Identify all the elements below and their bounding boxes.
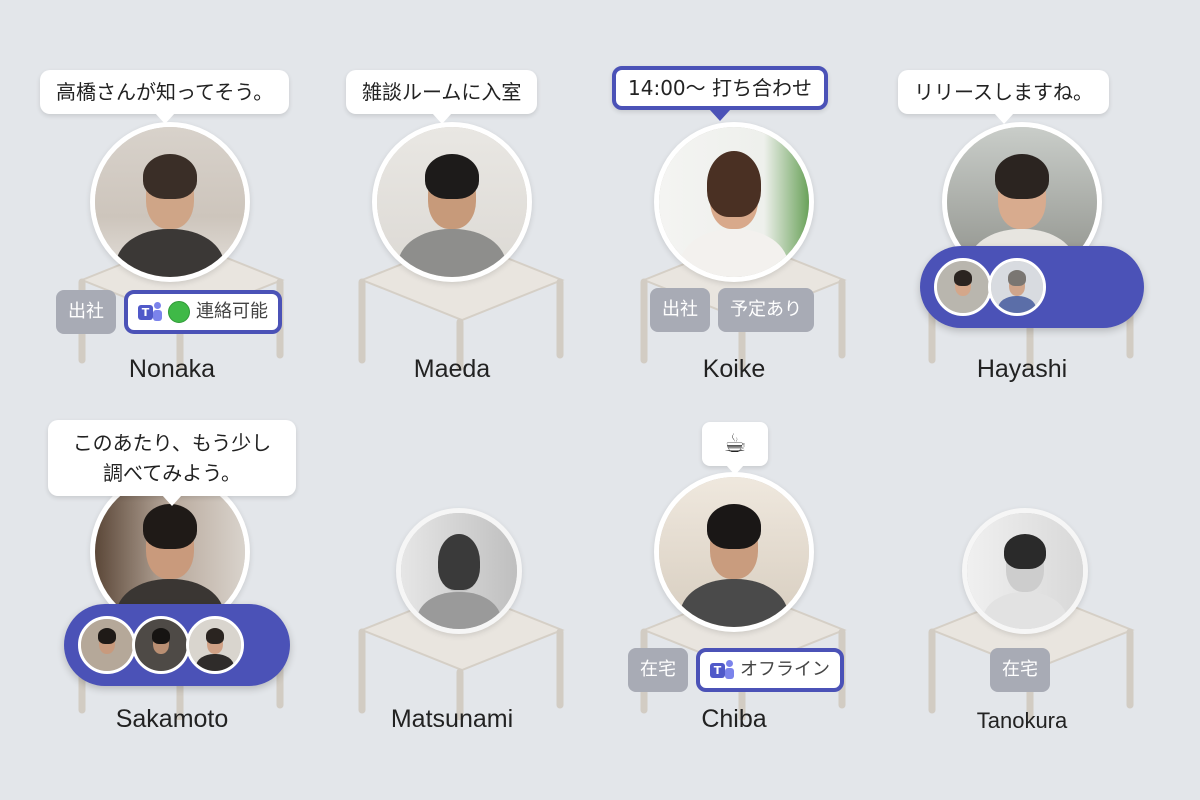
status-tags: 出社 T 連絡可能 [56, 290, 282, 334]
member-name: Chiba [701, 705, 767, 733]
status-message: 高橋さんが知ってそう。 [56, 80, 274, 104]
speech-bubble: 高橋さんが知ってそう。 [40, 70, 290, 124]
status-tags: 出社 予定あり [650, 288, 814, 332]
status-tags: 在宅 T オフライン [628, 648, 844, 692]
status-message-line: このあたり、もう少し [72, 431, 272, 455]
coffee-cup-icon: ☕ [702, 422, 768, 475]
speech-bubble: リリースしますね。 [898, 70, 1109, 124]
avatar-koike[interactable] [654, 122, 814, 282]
member-name: Sakamoto [115, 705, 229, 733]
status-tag-office: 出社 [56, 290, 116, 334]
speech-bubble: 雑談ルームに入室 [346, 70, 538, 124]
seat-matsunami: Matsunami [302, 400, 602, 800]
seat-nonaka: 高橋さんが知ってそう。 出社 T 連絡可能 Nonaka [22, 50, 322, 450]
group-member-avatar [78, 616, 136, 674]
available-status-dot-icon [168, 301, 190, 323]
virtual-office-floor: 高橋さんが知ってそう。 出社 T 連絡可能 Nonaka 雑談ルームに入室 Ma… [0, 0, 1200, 800]
group-member-avatar [934, 258, 992, 316]
group-member-avatar [988, 258, 1046, 316]
group-member-avatar [132, 616, 190, 674]
seat-chiba: ☕ 在宅 T オフライン Chiba [584, 400, 884, 800]
speech-bubble: このあたり、もう少し 調べてみよう。 [48, 420, 296, 506]
seat-maeda: 雑談ルームに入室 Maeda [302, 50, 602, 450]
seat-sakamoto: このあたり、もう少し 調べてみよう。 Sakamoto [22, 400, 322, 800]
status-message-line: 調べてみよう。 [103, 461, 241, 485]
speech-bubble-schedule: 14:00〜 打ち合わせ [612, 66, 828, 121]
teams-status-badge[interactable]: T 連絡可能 [124, 290, 282, 334]
avatar-tanokura[interactable] [962, 508, 1088, 634]
teams-status-label: オフライン [740, 659, 830, 680]
status-tag-home: 在宅 [990, 648, 1050, 692]
seat-hayashi: リリースしますね。 Hayashi [872, 50, 1172, 450]
teams-icon: T [138, 301, 162, 323]
member-name: Tanokura [976, 708, 1068, 733]
avatar-matsunami[interactable] [396, 508, 522, 634]
teams-status-label: 連絡可能 [196, 301, 268, 322]
member-name: Matsunami [390, 705, 514, 733]
member-name: Hayashi [976, 355, 1068, 383]
status-tags: 在宅 [990, 648, 1050, 692]
member-name: Nonaka [128, 355, 216, 383]
member-name: Koike [702, 355, 766, 383]
avatar-chiba[interactable] [654, 472, 814, 632]
status-tag-office: 出社 [650, 288, 710, 332]
member-name: Maeda [413, 355, 491, 383]
group-member-avatar [186, 616, 244, 674]
status-message: リリースしますね。 [914, 80, 1093, 104]
status-tag-scheduled: 予定あり [718, 288, 814, 332]
avatar-nonaka[interactable] [90, 122, 250, 282]
avatar-maeda[interactable] [372, 122, 532, 282]
status-tag-home: 在宅 [628, 648, 688, 692]
seat-tanokura: 在宅 Tanokura [872, 400, 1172, 800]
teams-status-badge[interactable]: T オフライン [696, 648, 844, 692]
conversation-group[interactable] [920, 246, 1144, 328]
status-message: 14:00〜 打ち合わせ [628, 76, 812, 100]
seat-koike: 14:00〜 打ち合わせ 出社 予定あり Koike [584, 50, 884, 450]
conversation-group[interactable] [64, 604, 290, 686]
status-message: 雑談ルームに入室 [362, 80, 522, 104]
teams-icon: T [710, 659, 734, 681]
